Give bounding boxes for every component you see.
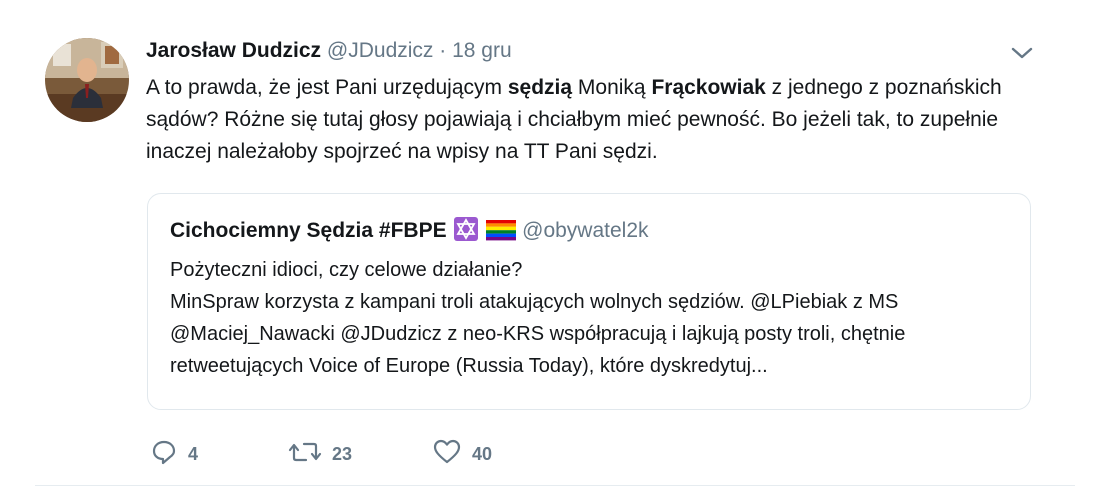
retweet-icon bbox=[288, 438, 322, 471]
quoted-text: Pożyteczni idioci, czy celowe działanie?… bbox=[170, 254, 1020, 382]
tweet-header: Jarosław Dudzicz @JDudzicz · 18 gru bbox=[146, 36, 512, 66]
star-of-david-emoji bbox=[454, 217, 479, 250]
reply-button[interactable]: 4 bbox=[150, 438, 198, 470]
avatar[interactable] bbox=[45, 38, 129, 122]
author-handle[interactable]: @JDudzicz bbox=[327, 39, 434, 62]
retweet-count: 23 bbox=[332, 443, 353, 464]
tweet[interactable]: Jarosław Dudzicz @JDudzicz · 18 gru A to… bbox=[0, 0, 1098, 488]
quoted-text-body: MinSpraw korzysta z kampani troli atakuj… bbox=[170, 291, 906, 377]
avatar-photo bbox=[45, 38, 129, 122]
tweet-text-part: A to prawda, że jest Pani urzędującym bbox=[146, 76, 508, 99]
tweet-text-part: Moniką bbox=[572, 76, 652, 99]
heart-icon bbox=[432, 438, 462, 471]
divider bbox=[35, 485, 1075, 486]
tweet-text-bold: Frąckowiak bbox=[651, 76, 766, 99]
quoted-text-line: Pożyteczni idioci, czy celowe działanie? bbox=[170, 259, 523, 281]
tweet-text-bold: sędzią bbox=[507, 76, 573, 99]
reply-count: 4 bbox=[188, 443, 199, 464]
quoted-author-handle: @obywatel2k bbox=[522, 219, 649, 242]
quoted-tweet[interactable]: Cichociemny Sędzia #FBPE @obywatel2k Poż… bbox=[147, 193, 1031, 410]
reply-icon bbox=[150, 438, 178, 471]
like-count: 40 bbox=[472, 443, 493, 464]
quoted-author-name: Cichociemny Sędzia #FBPE bbox=[170, 219, 447, 242]
separator-dot: · bbox=[439, 39, 447, 62]
chevron-down-icon[interactable] bbox=[1008, 42, 1036, 64]
tweet-time[interactable]: 18 gru bbox=[452, 39, 512, 62]
tweet-text: A to prawda, że jest Pani urzędującym sę… bbox=[146, 72, 1026, 168]
quoted-header: Cichociemny Sędzia #FBPE @obywatel2k bbox=[170, 216, 649, 250]
rainbow-flag-emoji bbox=[486, 219, 517, 250]
author-name[interactable]: Jarosław Dudzicz bbox=[146, 39, 321, 62]
like-button[interactable]: 40 bbox=[432, 438, 492, 470]
retweet-button[interactable]: 23 bbox=[288, 438, 352, 470]
